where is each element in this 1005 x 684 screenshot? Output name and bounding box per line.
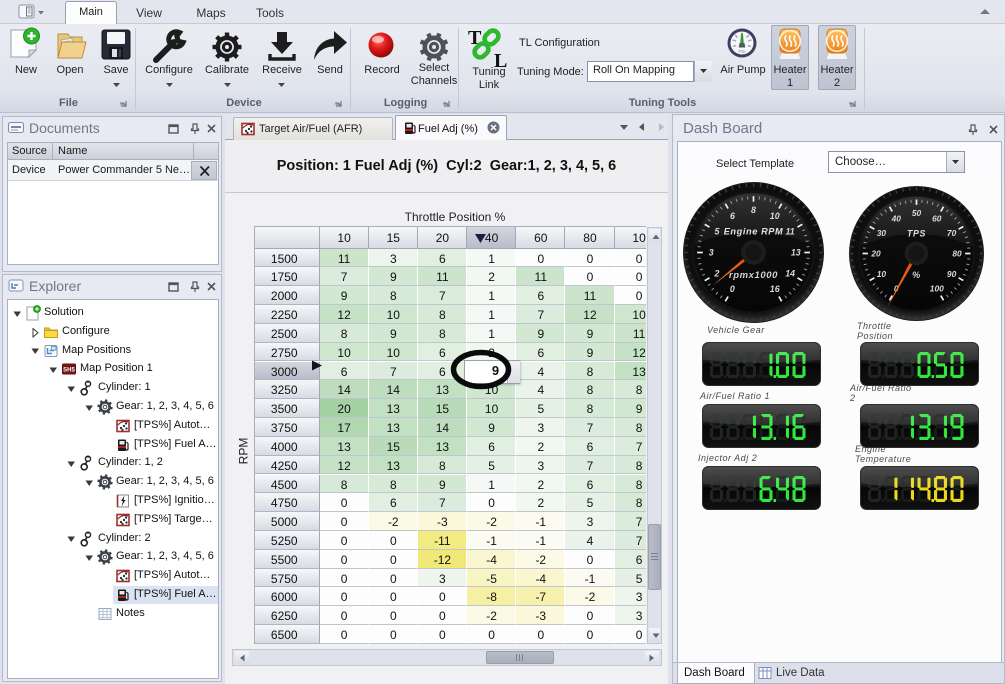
svg-text:0: 0 <box>730 284 735 294</box>
svg-text:16: 16 <box>770 284 780 294</box>
svg-text:20: 20 <box>870 249 881 259</box>
svg-text:40: 40 <box>891 213 902 223</box>
svg-text:13: 13 <box>791 248 801 258</box>
svg-text:70: 70 <box>947 228 957 238</box>
svg-text:rpmx1000: rpmx1000 <box>729 270 778 281</box>
svg-text:10: 10 <box>877 269 887 279</box>
svg-text:TPS: TPS <box>907 228 926 238</box>
svg-text:50: 50 <box>912 208 922 218</box>
svg-text:SH5: SH5 <box>63 368 75 374</box>
svg-text:90: 90 <box>947 269 957 279</box>
svg-text:11: 11 <box>786 226 795 236</box>
svg-text:14: 14 <box>785 269 795 279</box>
svg-text:80: 80 <box>952 249 962 259</box>
svg-text:%: % <box>912 270 921 280</box>
svg-text:10: 10 <box>770 211 780 221</box>
svg-text:8: 8 <box>751 205 756 215</box>
svg-text:Engine RPM: Engine RPM <box>724 227 784 237</box>
svg-text:6: 6 <box>730 211 735 221</box>
svg-text:3: 3 <box>709 248 714 258</box>
svg-text:60: 60 <box>932 213 942 223</box>
svg-text:PSI: PSI <box>738 49 745 54</box>
svg-text:2: 2 <box>713 269 719 279</box>
svg-text:100: 100 <box>930 284 944 294</box>
svg-text:5: 5 <box>714 226 719 236</box>
svg-text:30: 30 <box>877 228 887 238</box>
